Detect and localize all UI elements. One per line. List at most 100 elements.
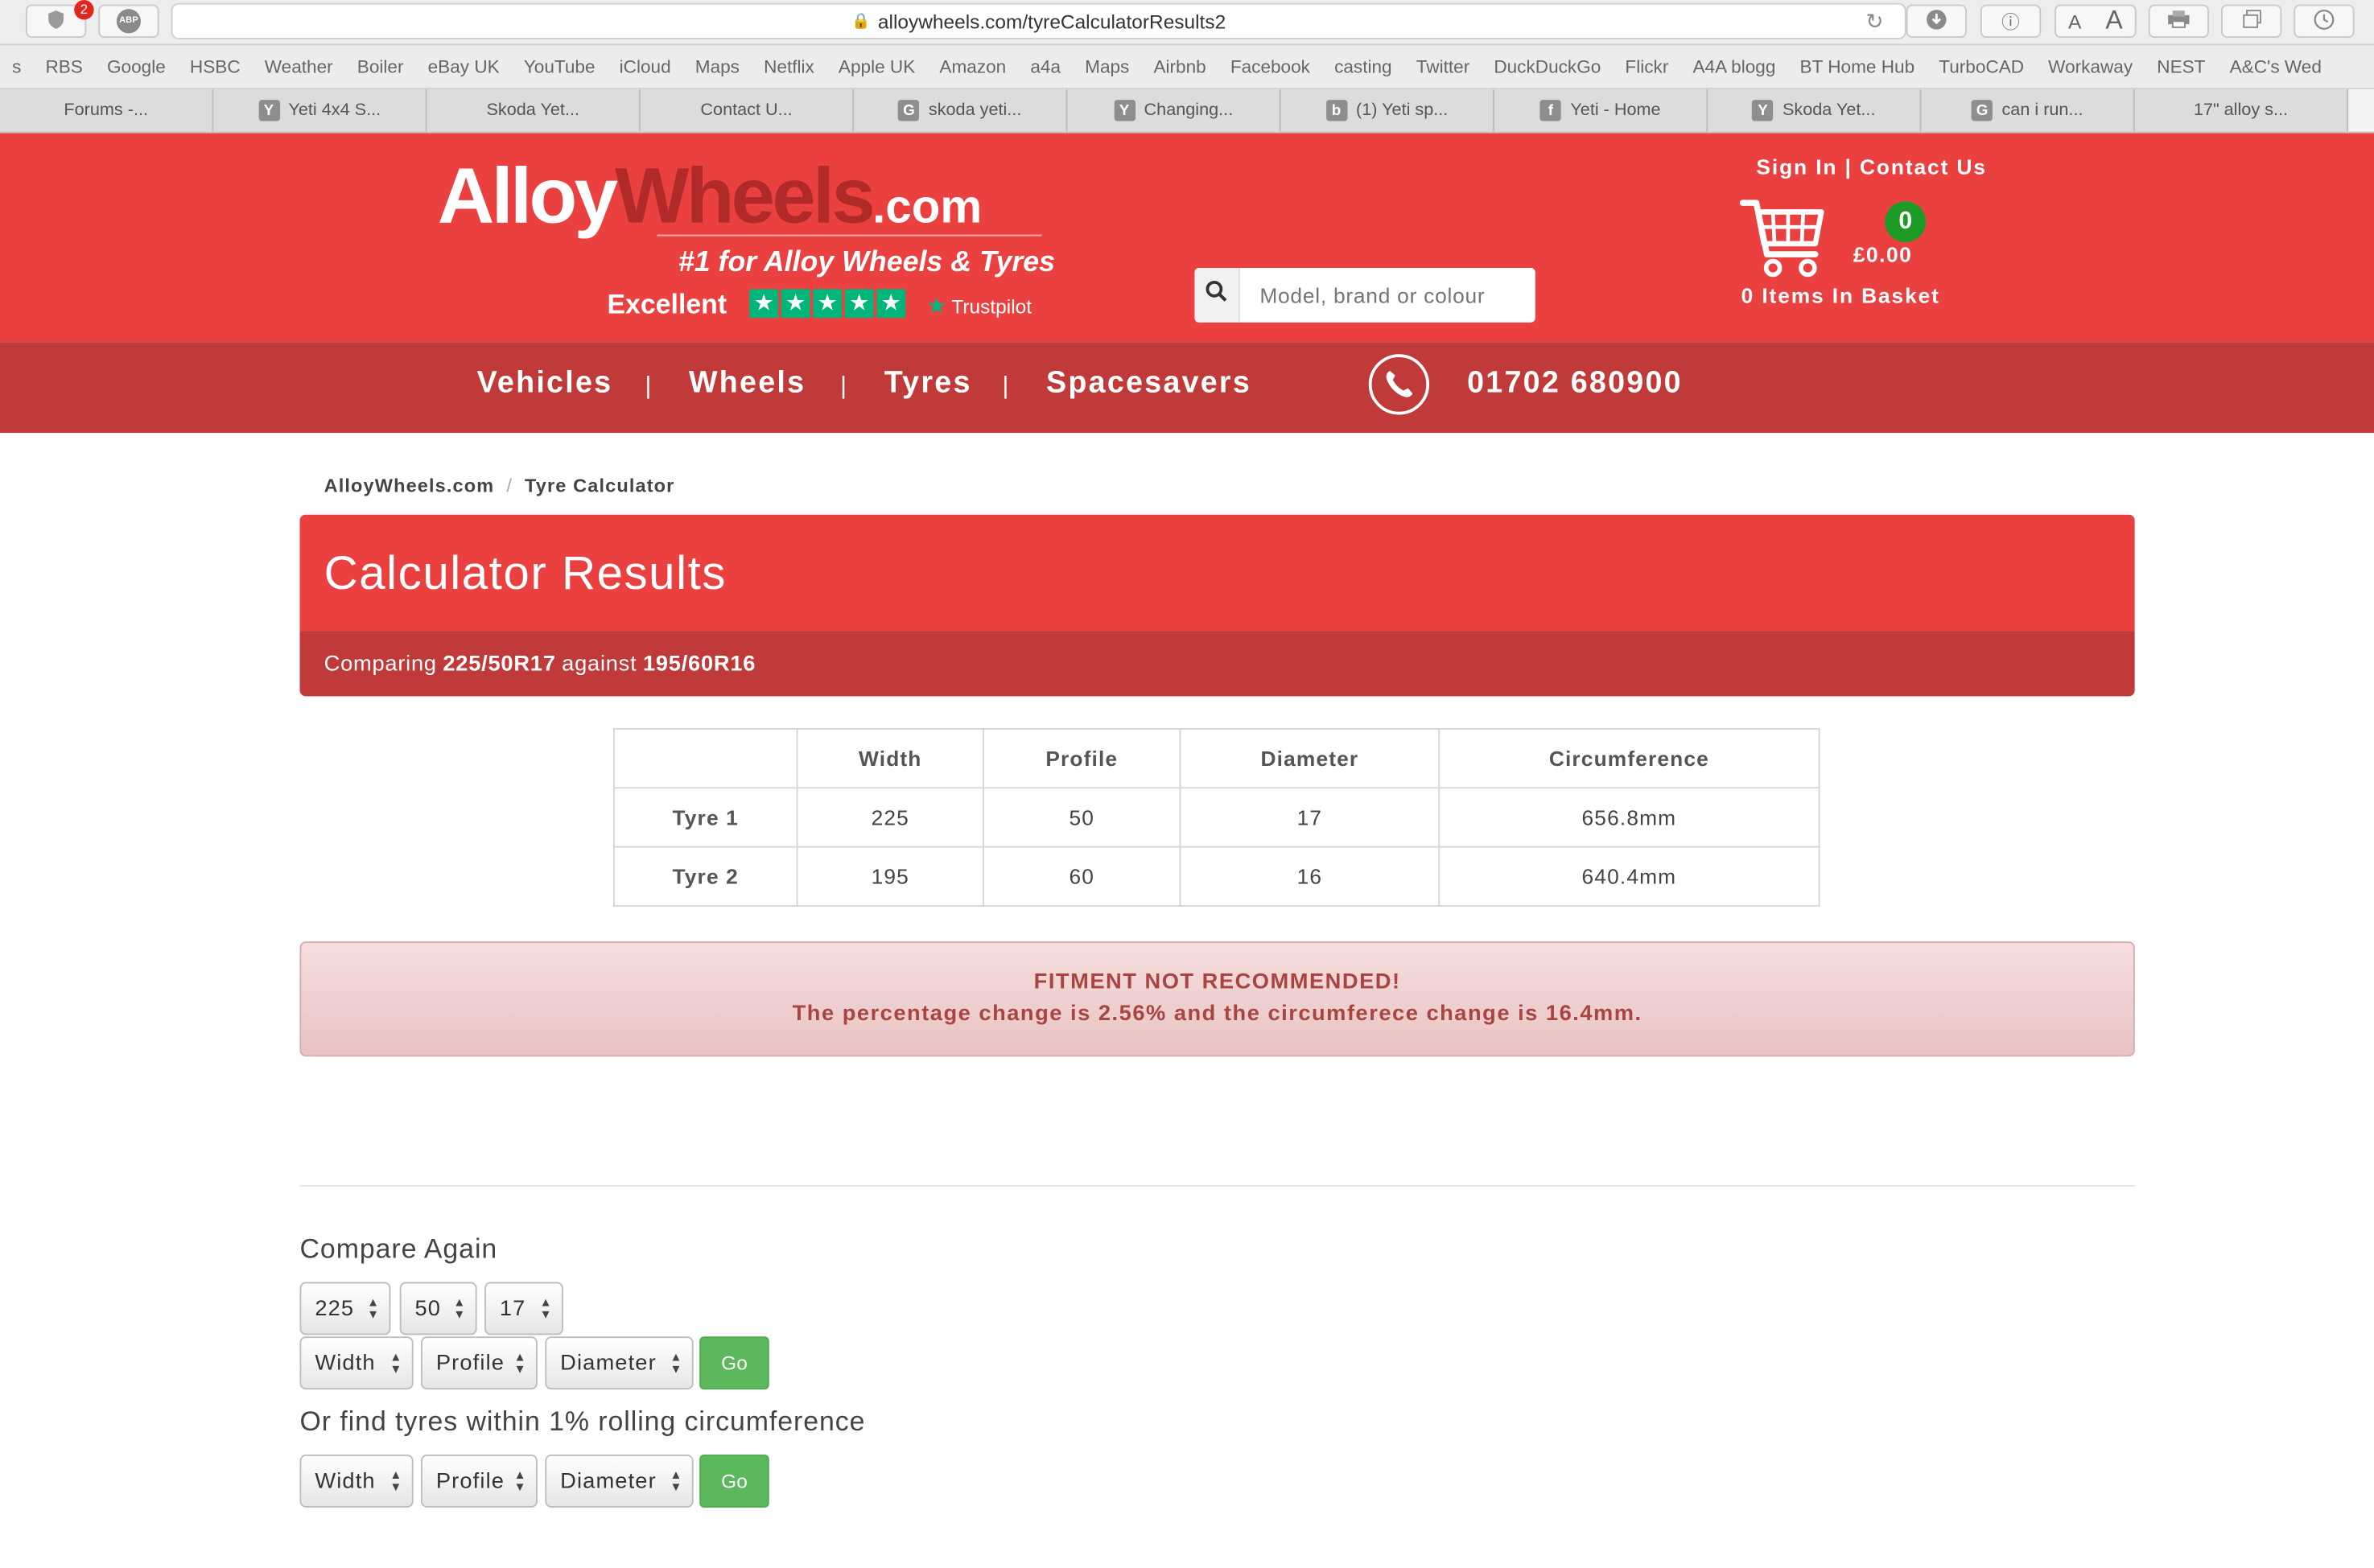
search-input[interactable] [1239,268,1535,323]
logo-alloy-text: Alloy [437,153,618,241]
tab-label: 17" alloy s... [2193,101,2289,120]
history-button[interactable] [2294,4,2355,39]
star-icon: ★ [781,289,810,319]
cell-circumference: 640.4mm [1438,846,1820,907]
bookmark-item[interactable]: casting [1334,56,1392,77]
browser-tab[interactable]: Gcan i run... [1921,89,2135,132]
signin-contact-link[interactable]: Sign In | Contact Us [1756,154,1986,179]
tab-label: can i run... [2001,101,2083,120]
find-width-select[interactable]: Width ▲ ▼ [299,1455,414,1508]
adblock-icon: ABP [116,9,141,34]
find-diameter-select[interactable]: Diameter ▲ ▼ [545,1455,694,1508]
font-larger-button[interactable]: A [2105,6,2122,37]
section-divider [299,1185,2135,1187]
compare-profile-select[interactable]: 50 ▲ ▼ [399,1282,477,1335]
tyre-a-size: 225/50R17 [443,651,556,677]
bookmark-item[interactable]: RBS [45,56,82,77]
tab-label: Forums -... [64,101,148,120]
trustpilot-logo[interactable]: ★ Trustpilot [926,292,1032,319]
browser-tab[interactable]: Gskoda yeti... [854,89,1068,132]
bookmark-item[interactable]: eBay UK [428,56,500,77]
bookmark-item[interactable]: A4A blogg [1692,56,1775,77]
cart-items-link[interactable]: 0 Items In Basket [1741,283,1940,307]
browser-tab[interactable]: ATyre [2348,89,2374,132]
cell-profile: 60 [983,846,1181,907]
browser-tab[interactable]: Contact U... [641,89,855,132]
alert-title: FITMENT NOT RECOMMENDED! [1033,969,1401,995]
nav-vehicles[interactable]: Vehicles [477,366,613,401]
address-bar[interactable]: 🔒 alloywheels.com/tyreCalculatorResults2… [171,2,1906,39]
tab-overview-button[interactable] [2221,4,2282,39]
phone-icon [1368,354,1430,415]
print-button[interactable] [2148,4,2209,39]
bookmark-item[interactable]: Netflix [764,56,814,77]
bookmark-item[interactable]: Boiler [357,56,404,77]
bookmark-item[interactable]: HSBC [190,56,241,77]
bookmark-item[interactable]: Google [107,56,166,77]
fitment-alert: FITMENT NOT RECOMMENDED! The percentage … [299,941,2135,1057]
bookmark-item[interactable]: Maps [695,56,740,77]
compare-profile-2-select[interactable]: Profile ▲ ▼ [421,1336,538,1390]
phone-number[interactable]: 01702 680900 [1467,366,1683,401]
bookmark-item[interactable]: Airbnb [1153,56,1206,77]
find-go-button[interactable]: Go [699,1455,769,1508]
find-profile-select[interactable]: Profile ▲ ▼ [421,1455,538,1508]
bookmark-item[interactable]: A&C's Wed [2230,56,2322,77]
browser-tab[interactable]: Y Skoda Yet... [1708,89,1922,132]
site-logo[interactable]: AlloyWheels.com [438,151,982,253]
browser-tab[interactable]: 17" alloy s... [2135,89,2349,132]
breadcrumb-home[interactable]: AlloyWheels.com [324,475,495,496]
compare-width-2-select[interactable]: Width ▲ ▼ [299,1336,414,1390]
nav-wheels[interactable]: Wheels [689,366,806,401]
bookmark-item[interactable]: NEST [2157,56,2205,77]
privacy-shield-button[interactable]: 2 [25,0,94,39]
comparing-prefix: Comparing [324,651,437,677]
alert-message: The percentage change is 2.56% and the c… [792,1002,1642,1027]
extension-button[interactable]: ⓘ [1980,4,2042,39]
bookmark-item[interactable]: Apple UK [839,56,915,77]
font-size-controls[interactable]: A A [2055,4,2137,39]
logo-com-text: .com [872,179,983,233]
cell-diameter: 17 [1179,787,1440,848]
shield-badge: 2 [74,0,94,20]
bookmark-item[interactable]: TurboCAD [1939,56,2024,77]
bookmark-item[interactable]: Workaway [2048,56,2133,77]
tab-favicon-icon: f [1539,100,1562,121]
bookmark-item[interactable]: Maps [1085,56,1129,77]
bookmark-item[interactable]: Flickr [1625,56,1668,77]
bookmark-item[interactable]: Facebook [1230,56,1310,77]
trustpilot-stars[interactable]: ★ ★ ★ ★ ★ [749,289,906,319]
bookmark-item[interactable]: DuckDuckGo [1494,56,1601,77]
browser-tab[interactable]: Y Yeti 4x4 S... [213,89,427,132]
bookmark-item[interactable]: iCloud [620,56,671,77]
find-tyres-title: Or find tyres within 1% rolling circumfe… [299,1405,866,1437]
browser-tab[interactable]: b (1) Yeti sp... [1281,89,1494,132]
nav-spacesavers[interactable]: Spacesavers [1046,366,1251,401]
bookmark-item[interactable]: Amazon [939,56,1006,77]
adblock-button[interactable]: ABP [98,4,159,39]
browser-tab[interactable]: Forums -... [0,89,214,132]
bookmark-item[interactable]: Twitter [1416,56,1469,77]
nav-tyres[interactable]: Tyres [884,366,972,401]
search-button[interactable] [1194,268,1240,323]
compare-width-select[interactable]: 225 ▲ ▼ [299,1282,391,1335]
compare-diameter-2-select[interactable]: Diameter ▲ ▼ [545,1336,694,1390]
compare-go-button[interactable]: Go [699,1336,769,1390]
reload-icon[interactable]: ↻ [1865,8,1883,34]
downloads-button[interactable] [1906,4,1967,39]
bookmark-item[interactable]: s [12,56,21,77]
bookmark-item[interactable]: BT Home Hub [1800,56,1915,77]
bookmarks-bar: s RBS Google HSBC Weather Boiler eBay UK YouTub… [0,45,2374,90]
cell-width: 195 [796,846,984,907]
bookmark-item[interactable]: Weather [265,56,333,77]
browser-tab[interactable]: Y Changing... [1067,89,1281,132]
browser-tab[interactable]: Skoda Yet... [427,89,641,132]
site-search [1194,268,1535,323]
bookmark-item[interactable]: YouTube [524,56,596,77]
bookmark-item[interactable]: a4a [1030,56,1061,77]
cart-icon[interactable] [1739,197,1828,290]
compare-diameter-select[interactable]: 17 ▲ ▼ [484,1282,563,1335]
font-smaller-button[interactable]: A [2068,10,2081,32]
browser-tab[interactable]: f Yeti - Home [1494,89,1708,132]
tab-label: Contact U... [700,101,793,120]
